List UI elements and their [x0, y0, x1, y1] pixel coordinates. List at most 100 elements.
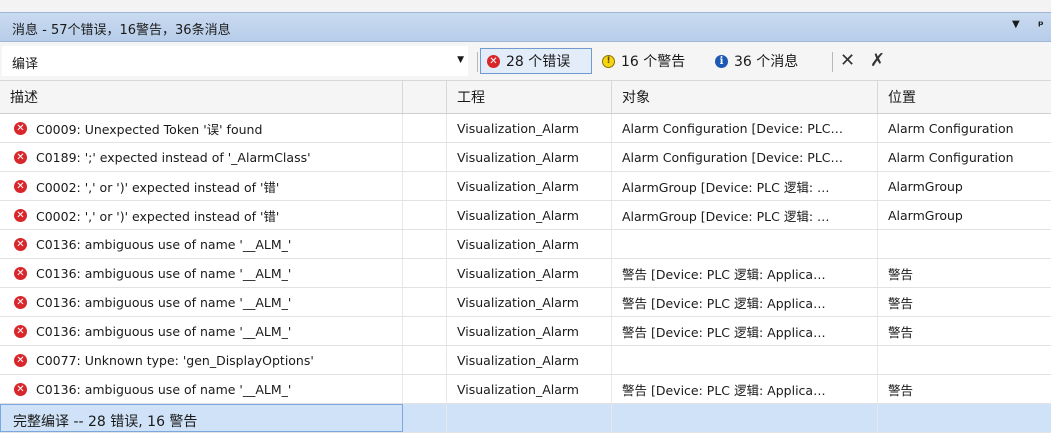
row-project: Visualization_Alarm — [447, 288, 612, 316]
row-position — [878, 346, 1051, 374]
row-position: AlarmGroup — [888, 178, 963, 194]
row-description: C0002: ',' or ')' expected instead of '错… — [36, 208, 280, 224]
row-description: C0136: ambiguous use of name '__ALM_' — [36, 265, 292, 281]
panel-menu-dropdown-icon[interactable]: ▼ — [1012, 19, 1020, 30]
row-project: Visualization_Alarm — [447, 230, 612, 258]
column-header-position[interactable]: 位置 — [878, 81, 1051, 113]
message-row[interactable]: ✕ C0136: ambiguous use of name '__ALM_' V… — [0, 230, 1051, 259]
summary-description: 完整编译 -- 28 错误, 16 警告 — [0, 404, 403, 432]
row-position: Alarm Configuration — [888, 120, 1014, 136]
warnings-filter-label: 16 个警告 — [621, 54, 686, 70]
toolbar-separator — [832, 52, 833, 72]
clear-all-messages-icon[interactable]: ✗ — [870, 50, 885, 71]
row-project: Visualization_Alarm — [447, 114, 612, 142]
row-position: 警告 — [888, 382, 914, 398]
row-description: C0136: ambiguous use of name '__ALM_' — [36, 381, 292, 397]
row-description: C0189: ';' expected instead of '_AlarmCl… — [36, 149, 311, 165]
row-project: Visualization_Alarm — [447, 259, 612, 287]
row-object: 警告 [Device: PLC 逻辑: Applica… — [612, 375, 878, 403]
row-position: 警告 — [888, 295, 914, 311]
grid-header: 描述 工程 对象 位置 — [0, 81, 1051, 114]
row-spacer-cell — [403, 201, 447, 229]
error-icon: ✕ — [14, 208, 27, 222]
row-description-cell: ✕ C0009: Unexpected Token '误' found — [0, 114, 403, 142]
column-header-object[interactable]: 对象 — [612, 81, 878, 113]
error-icon: ✕ — [487, 54, 500, 68]
message-source-select[interactable]: 编译 ▼ — [2, 46, 468, 76]
row-project: Visualization_Alarm — [447, 346, 612, 374]
row-position: 警告 — [888, 266, 914, 282]
message-row[interactable]: ✕ C0002: ',' or ')' expected instead of '… — [0, 201, 1051, 230]
error-icon: ✕ — [14, 324, 27, 338]
warning-icon: ! — [602, 54, 615, 68]
row-object: Alarm Configuration [Device: PLC… — [612, 143, 878, 171]
messages-grid: 描述 工程 对象 位置 ✕ C0009: Unexpected Token '误'… — [0, 81, 1051, 433]
row-description-cell: ✕ C0002: ',' or ')' expected instead of '… — [0, 172, 403, 200]
row-description: C0136: ambiguous use of name '__ALM_' — [36, 294, 292, 310]
message-source-value: 编译 — [12, 57, 39, 72]
top-strip — [0, 0, 1051, 12]
error-icon: ✕ — [14, 121, 27, 135]
row-project: Visualization_Alarm — [447, 375, 612, 403]
messages-panel-titlebar: 消息 - 57个错误，16警告，36条消息 ▼ ᵖ — [0, 12, 1051, 42]
error-icon: ✕ — [14, 266, 27, 280]
message-row[interactable]: ✕ C0002: ',' or ')' expected instead of '… — [0, 172, 1051, 201]
row-description-cell: ✕ C0136: ambiguous use of name '__ALM_' — [0, 375, 403, 403]
messages-filter-button[interactable]: i 36 个消息 — [709, 48, 804, 74]
row-description-cell: ✕ C0136: ambiguous use of name '__ALM_' — [0, 288, 403, 316]
row-description: C0002: ',' or ')' expected instead of '错… — [36, 179, 280, 195]
error-icon: ✕ — [14, 237, 27, 251]
row-spacer-cell — [403, 288, 447, 316]
message-row[interactable]: ✕ C0136: ambiguous use of name '__ALM_' V… — [0, 288, 1051, 317]
row-project: Visualization_Alarm — [447, 201, 612, 229]
message-row[interactable]: ✕ C0009: Unexpected Token '误' found Visua… — [0, 114, 1051, 143]
errors-filter-label: 28 个错误 — [506, 54, 571, 70]
error-icon: ✕ — [14, 295, 27, 309]
row-description: C0009: Unexpected Token '误' found — [36, 121, 263, 137]
chevron-down-icon[interactable]: ▼ — [457, 55, 464, 65]
row-description-cell: ✕ C0002: ',' or ')' expected instead of '… — [0, 201, 403, 229]
row-project: Visualization_Alarm — [447, 143, 612, 171]
message-row[interactable]: ✕ C0189: ';' expected instead of '_AlarmC… — [0, 143, 1051, 172]
row-description-cell: ✕ C0136: ambiguous use of name '__ALM_' — [0, 259, 403, 287]
message-row[interactable]: ✕ C0136: ambiguous use of name '__ALM_' V… — [0, 259, 1051, 288]
clear-messages-icon[interactable]: ✕ — [840, 50, 855, 71]
row-spacer-cell — [403, 114, 447, 142]
message-row[interactable]: ✕ C0136: ambiguous use of name '__ALM_' V… — [0, 317, 1051, 346]
summary-row[interactable]: 完整编译 -- 28 错误, 16 警告 — [0, 404, 1051, 433]
row-position: 警告 — [888, 324, 914, 340]
row-description: C0136: ambiguous use of name '__ALM_' — [36, 323, 292, 339]
row-project: Visualization_Alarm — [447, 172, 612, 200]
info-icon: i — [715, 54, 728, 68]
row-position — [878, 404, 1051, 432]
row-position: AlarmGroup — [888, 207, 963, 223]
warnings-filter-button[interactable]: ! 16 个警告 — [596, 48, 691, 74]
messages-filter-label: 36 个消息 — [734, 54, 799, 70]
column-header-project[interactable]: 工程 — [447, 81, 612, 113]
row-project — [447, 404, 612, 432]
row-description-cell: ✕ C0077: Unknown type: 'gen_DisplayOption… — [0, 346, 403, 374]
row-object: AlarmGroup [Device: PLC 逻辑: … — [612, 172, 878, 200]
row-project: Visualization_Alarm — [447, 317, 612, 345]
toolbar-separator — [477, 52, 478, 72]
row-spacer-cell — [403, 172, 447, 200]
row-spacer-cell — [403, 375, 447, 403]
row-object: Alarm Configuration [Device: PLC… — [612, 114, 878, 142]
row-spacer-cell — [403, 230, 447, 258]
pin-icon[interactable]: ᵖ — [1038, 18, 1044, 32]
messages-toolbar: 编译 ▼ ✕ 28 个错误 ! 16 个警告 i 36 个消息 ✕ ✗ — [0, 42, 1051, 81]
message-row[interactable]: ✕ C0077: Unknown type: 'gen_DisplayOption… — [0, 346, 1051, 375]
row-description: C0136: ambiguous use of name '__ALM_' — [36, 236, 292, 252]
row-object: 警告 [Device: PLC 逻辑: Applica… — [612, 288, 878, 316]
row-object: 警告 [Device: PLC 逻辑: Applica… — [612, 259, 878, 287]
row-description-cell: ✕ C0136: ambiguous use of name '__ALM_' — [0, 230, 403, 258]
column-header-description[interactable]: 描述 — [0, 81, 403, 113]
row-object — [612, 230, 878, 258]
column-header-spacer — [403, 81, 447, 113]
row-description: C0077: Unknown type: 'gen_DisplayOptions… — [36, 352, 314, 368]
row-object: AlarmGroup [Device: PLC 逻辑: … — [612, 201, 878, 229]
row-spacer-cell — [403, 404, 447, 432]
errors-filter-button[interactable]: ✕ 28 个错误 — [480, 48, 592, 74]
error-icon: ✕ — [14, 179, 27, 193]
message-row[interactable]: ✕ C0136: ambiguous use of name '__ALM_' V… — [0, 375, 1051, 404]
